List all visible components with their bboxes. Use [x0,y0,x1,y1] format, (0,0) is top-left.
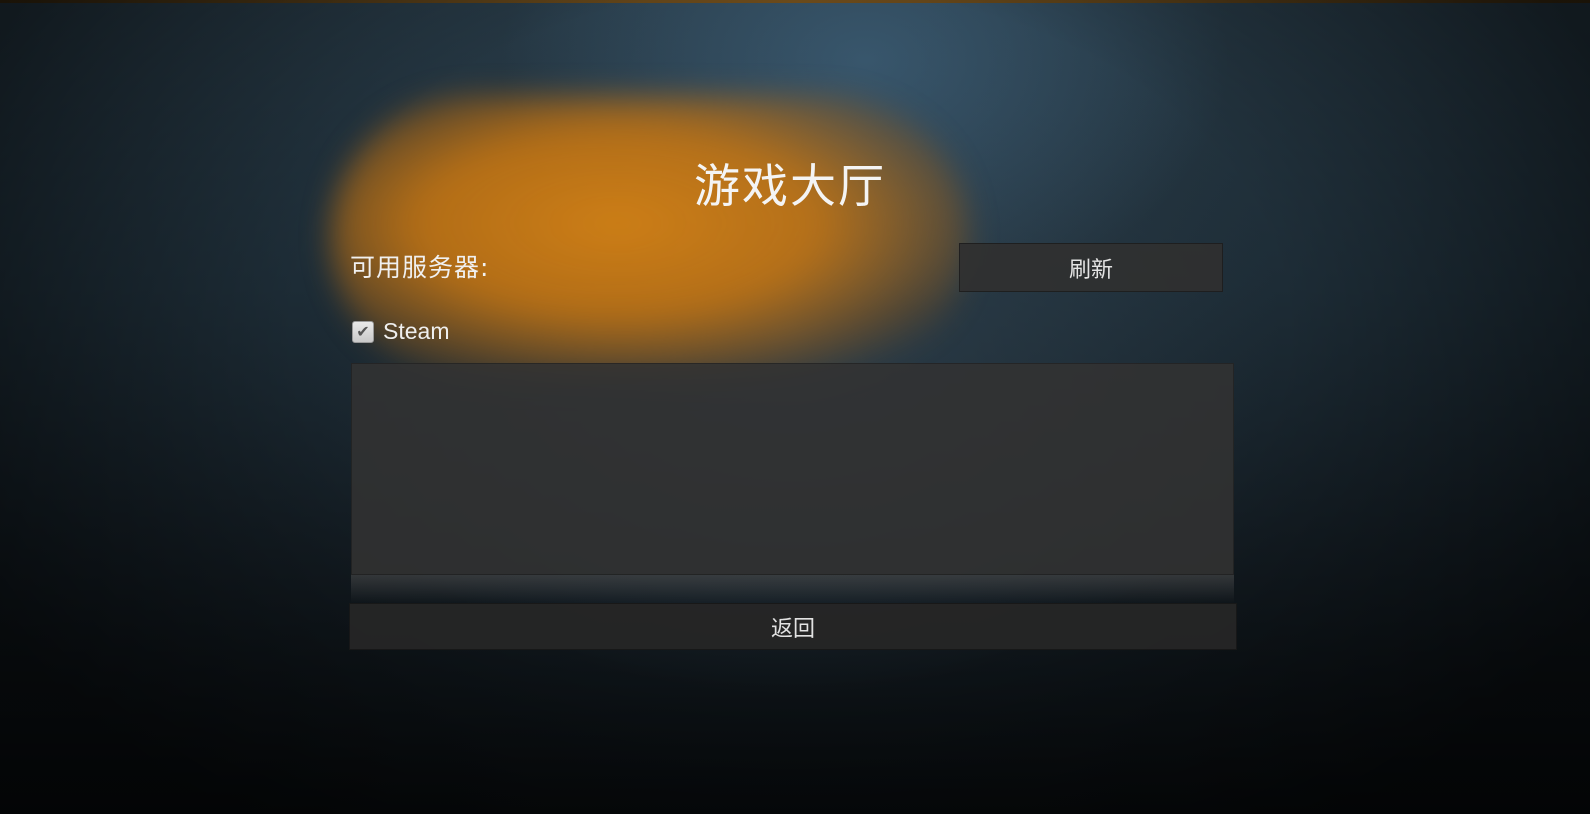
top-accent-line [0,0,1590,3]
page-title: 游戏大厅 [694,159,886,213]
available-servers-label: 可用服务器: [350,253,490,282]
refresh-button[interactable]: 刷新 [959,243,1223,292]
server-list[interactable] [351,363,1234,575]
steam-filter-checkbox[interactable]: ✔ Steam [352,318,449,345]
list-divider [351,575,1234,603]
game-lobby-screen: 游戏大厅 可用服务器: 刷新 ✔ Steam 返回 [0,0,1590,814]
steam-filter-label: Steam [383,318,450,344]
checkbox-checked-icon[interactable]: ✔ [352,320,374,343]
back-button[interactable]: 返回 [349,603,1237,650]
